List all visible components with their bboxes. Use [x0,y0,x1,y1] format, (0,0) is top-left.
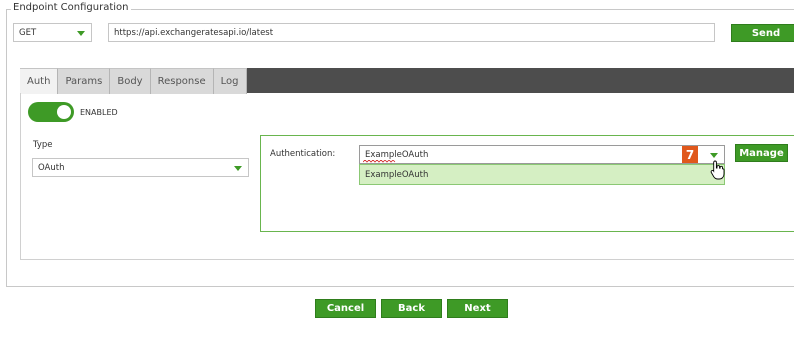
hand-cursor-icon [710,160,725,180]
tab-params[interactable]: Params [58,68,111,94]
url-input-value: https://api.exchangeratesapi.io/latest [114,27,274,38]
tab-response[interactable]: Response [150,68,214,94]
section-title: Endpoint Configuration [11,2,131,13]
method-select-value: GET [19,27,37,38]
spellcheck-underline [363,160,396,163]
authentication-select[interactable]: ExampleOAuth [359,145,725,164]
type-label: Type [33,140,53,150]
enabled-label: ENABLED [80,108,118,117]
manage-button[interactable]: Manage [735,144,788,162]
tab-auth[interactable]: Auth [20,68,59,94]
next-button[interactable]: Next [447,299,508,318]
back-button[interactable]: Back [381,299,442,318]
chevron-down-icon [710,152,718,158]
tab-body[interactable]: Body [110,68,151,94]
method-select[interactable]: GET [13,23,92,42]
send-button[interactable]: Send [731,24,794,42]
toggle-knob [57,105,71,119]
authentication-option-label: ExampleOAuth [365,169,429,180]
chevron-down-icon [77,30,85,36]
type-select-value: OAuth [38,162,65,173]
authentication-option[interactable]: ExampleOAuth [359,164,725,185]
type-select[interactable]: OAuth [32,158,249,177]
authentication-select-value: ExampleOAuth [365,149,429,160]
tabs: Auth Params Body Response Log [20,68,247,94]
step-badge: 7 [682,146,698,163]
url-input[interactable]: https://api.exchangeratesapi.io/latest [108,23,715,42]
chevron-down-icon [234,165,242,171]
cancel-button[interactable]: Cancel [315,299,376,318]
enabled-toggle[interactable] [28,102,74,122]
authentication-label: Authentication: [270,149,336,159]
tab-log[interactable]: Log [213,68,247,94]
